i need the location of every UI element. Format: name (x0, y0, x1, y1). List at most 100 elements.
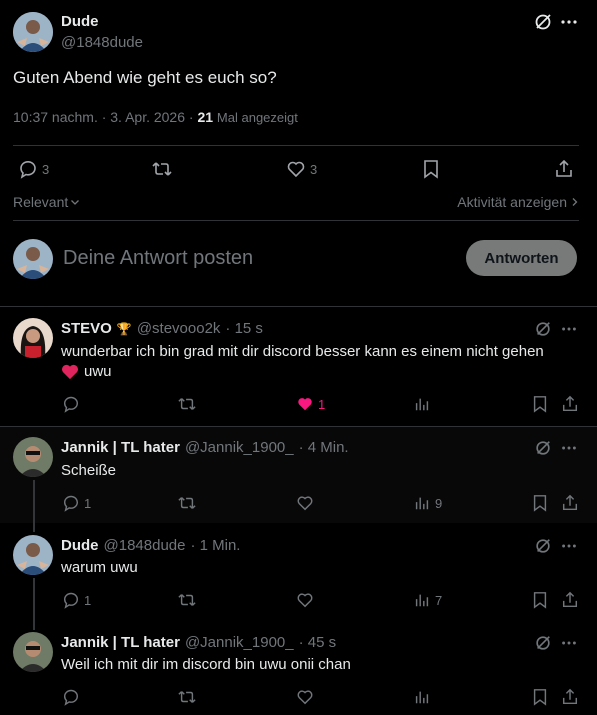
more-options-icon[interactable] (560, 634, 578, 652)
views-button[interactable] (413, 688, 431, 706)
author-handle[interactable]: @Jannik_1900_ (185, 634, 294, 651)
reply-input[interactable]: Deine Antwort posten (63, 247, 253, 270)
activity-link[interactable]: Aktivität anzeigen (457, 194, 579, 210)
bookmark-button[interactable] (531, 494, 549, 512)
thread-line (33, 480, 35, 532)
reply-header: STEVO 🏆 @stevooo2k · 15 s (61, 320, 263, 337)
reply-icon (62, 688, 80, 706)
author-name[interactable]: Dude (61, 537, 99, 554)
reply-time[interactable]: · 1 Min. (190, 537, 240, 554)
bookmark-icon (531, 395, 549, 413)
avatar[interactable] (13, 437, 53, 477)
retweet-icon (177, 494, 197, 512)
views-count: 9 (435, 495, 443, 511)
reply-button[interactable] (62, 688, 80, 706)
author-handle[interactable]: @stevooo2k (137, 320, 221, 337)
author-name[interactable]: STEVO (61, 320, 112, 337)
share-icon (561, 591, 579, 609)
bookmark-icon (531, 688, 549, 706)
more-options-icon[interactable] (560, 537, 578, 555)
retweet-button[interactable] (177, 395, 197, 413)
like-button[interactable] (296, 494, 314, 512)
views-button[interactable]: 7 (413, 591, 442, 609)
bookmark-button[interactable] (531, 395, 549, 413)
reply-count: 3 (42, 161, 50, 177)
sort-dropdown[interactable]: Relevant (13, 194, 80, 210)
views-icon (413, 591, 431, 609)
red-heart-icon (61, 364, 79, 380)
views-count: 21 (197, 109, 214, 125)
heart-icon (286, 159, 306, 179)
author-handle[interactable]: @1848dude (104, 537, 186, 554)
avatar[interactable] (13, 632, 53, 672)
grok-icon[interactable] (534, 320, 552, 338)
like-button[interactable]: 1 (296, 395, 325, 413)
heart-filled-icon (296, 395, 314, 413)
tweet-meta: 10:37 nachm. · 3. Apr. 2026 · 21 Mal ang… (13, 109, 298, 125)
avatar[interactable] (13, 239, 53, 279)
author-name[interactable]: Dude (61, 13, 99, 30)
share-button[interactable] (561, 395, 579, 413)
grok-icon[interactable] (533, 12, 553, 32)
share-button[interactable] (561, 591, 579, 609)
reply-text: warum uwu (61, 559, 138, 576)
reply-time[interactable]: · 45 s (299, 634, 337, 651)
retweet-icon (151, 159, 173, 179)
reply-time[interactable]: · 15 s (225, 320, 263, 337)
author-name[interactable]: Jannik | TL hater (61, 634, 180, 651)
bookmark-button[interactable] (531, 688, 549, 706)
more-options-icon[interactable] (559, 12, 579, 32)
reply-time[interactable]: · 4 Min. (299, 439, 349, 456)
share-icon (554, 159, 574, 179)
views-button[interactable] (413, 395, 431, 413)
reply-button[interactable]: 3 (18, 159, 49, 179)
author-name[interactable]: Jannik | TL hater (61, 439, 180, 456)
avatar[interactable] (13, 318, 53, 358)
tweet-timestamp[interactable]: 10:37 nachm. · 3. Apr. 2026 · (13, 109, 197, 125)
chevron-down-icon (70, 197, 80, 207)
retweet-icon (177, 591, 197, 609)
retweet-button[interactable] (177, 688, 197, 706)
avatar[interactable] (13, 535, 53, 575)
views-button[interactable]: 9 (413, 494, 442, 512)
reply-count: 1 (84, 592, 92, 608)
retweet-icon (177, 395, 197, 413)
bookmark-button[interactable] (531, 591, 549, 609)
like-button[interactable] (296, 688, 314, 706)
reply-button[interactable]: 1 (62, 591, 91, 609)
retweet-button[interactable] (151, 159, 173, 179)
bookmark-icon (531, 591, 549, 609)
retweet-button[interactable] (177, 494, 197, 512)
grok-icon[interactable] (534, 634, 552, 652)
reply-button[interactable]: 1 (62, 494, 91, 512)
retweet-button[interactable] (177, 591, 197, 609)
heart-icon (296, 688, 314, 706)
chevron-right-icon (571, 197, 579, 207)
share-button[interactable] (561, 688, 579, 706)
reply-text: Scheiße (61, 462, 117, 479)
reply-text: Weil ich mit dir im discord bin uwu onii… (61, 656, 351, 673)
grok-icon[interactable] (534, 439, 552, 457)
bookmark-icon (531, 494, 549, 512)
like-button[interactable] (296, 591, 314, 609)
more-options-icon[interactable] (560, 439, 578, 457)
share-icon (561, 395, 579, 413)
avatar[interactable] (13, 12, 53, 52)
views-icon (413, 688, 431, 706)
share-icon (561, 688, 579, 706)
activity-label: Aktivität anzeigen (457, 194, 567, 210)
author-handle[interactable]: @1848dude (61, 34, 143, 51)
share-button[interactable] (561, 494, 579, 512)
reply-submit-button[interactable]: Antworten (466, 240, 577, 276)
author-handle[interactable]: @Jannik_1900_ (185, 439, 294, 456)
reply-button[interactable] (62, 395, 80, 413)
like-button[interactable]: 3 (286, 159, 317, 179)
views-icon (413, 395, 431, 413)
badge-icon: 🏆 (116, 321, 132, 336)
bookmark-icon (421, 159, 441, 179)
more-options-icon[interactable] (560, 320, 578, 338)
bookmark-button[interactable] (421, 159, 441, 179)
grok-icon[interactable] (534, 537, 552, 555)
reply-count: 1 (84, 495, 92, 511)
share-button[interactable] (554, 159, 574, 179)
